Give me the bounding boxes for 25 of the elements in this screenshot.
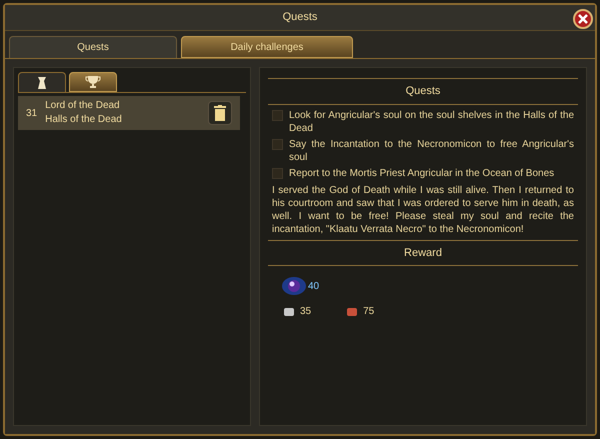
quest-name: Lord of the Dead [45, 99, 121, 113]
glowing-orb-icon [282, 276, 306, 296]
close-icon [578, 14, 588, 24]
checkbox[interactable] [272, 110, 283, 120]
checkbox[interactable] [272, 138, 283, 150]
section-heading: Reward [404, 246, 442, 258]
objective-text: Report to the Mortis Priest Angricular in the Ocean of Bones [289, 166, 554, 180]
objective-text: Say the Incantation to the Necronomicon to free Angricular's soul [289, 138, 574, 164]
reward-amount: 40 [308, 280, 320, 294]
objective-text: Look for Angricular's soul on the soul shelves in the Halls of the Dead [289, 108, 574, 134]
quest-description: I served the God of Death while I was still alive. Then I returned to his courtroom and saw that I was ordered to serve him in death, as well. I want to be free! Please steal my soul and recite the incantation, "Klaatu Verrata Necro" to the Necronomicon! [272, 184, 574, 236]
quest-level: 31 [26, 106, 38, 120]
category-tab[interactable] [18, 72, 66, 92]
window-title: Quests [282, 10, 318, 26]
quest-location: Halls of the Dead [45, 113, 123, 127]
checkbox[interactable] [272, 168, 283, 178]
delete-button[interactable] [208, 101, 232, 125]
section-heading: Quests [406, 85, 440, 97]
category-tab[interactable] [69, 72, 117, 92]
tab[interactable]: Daily challenges [181, 36, 353, 58]
reward-amount: 75 [363, 305, 374, 319]
trophy-icon [85, 75, 101, 89]
reward-amount: 35 [300, 305, 312, 319]
trash-icon [214, 105, 226, 121]
tab[interactable]: Quests [9, 36, 177, 58]
